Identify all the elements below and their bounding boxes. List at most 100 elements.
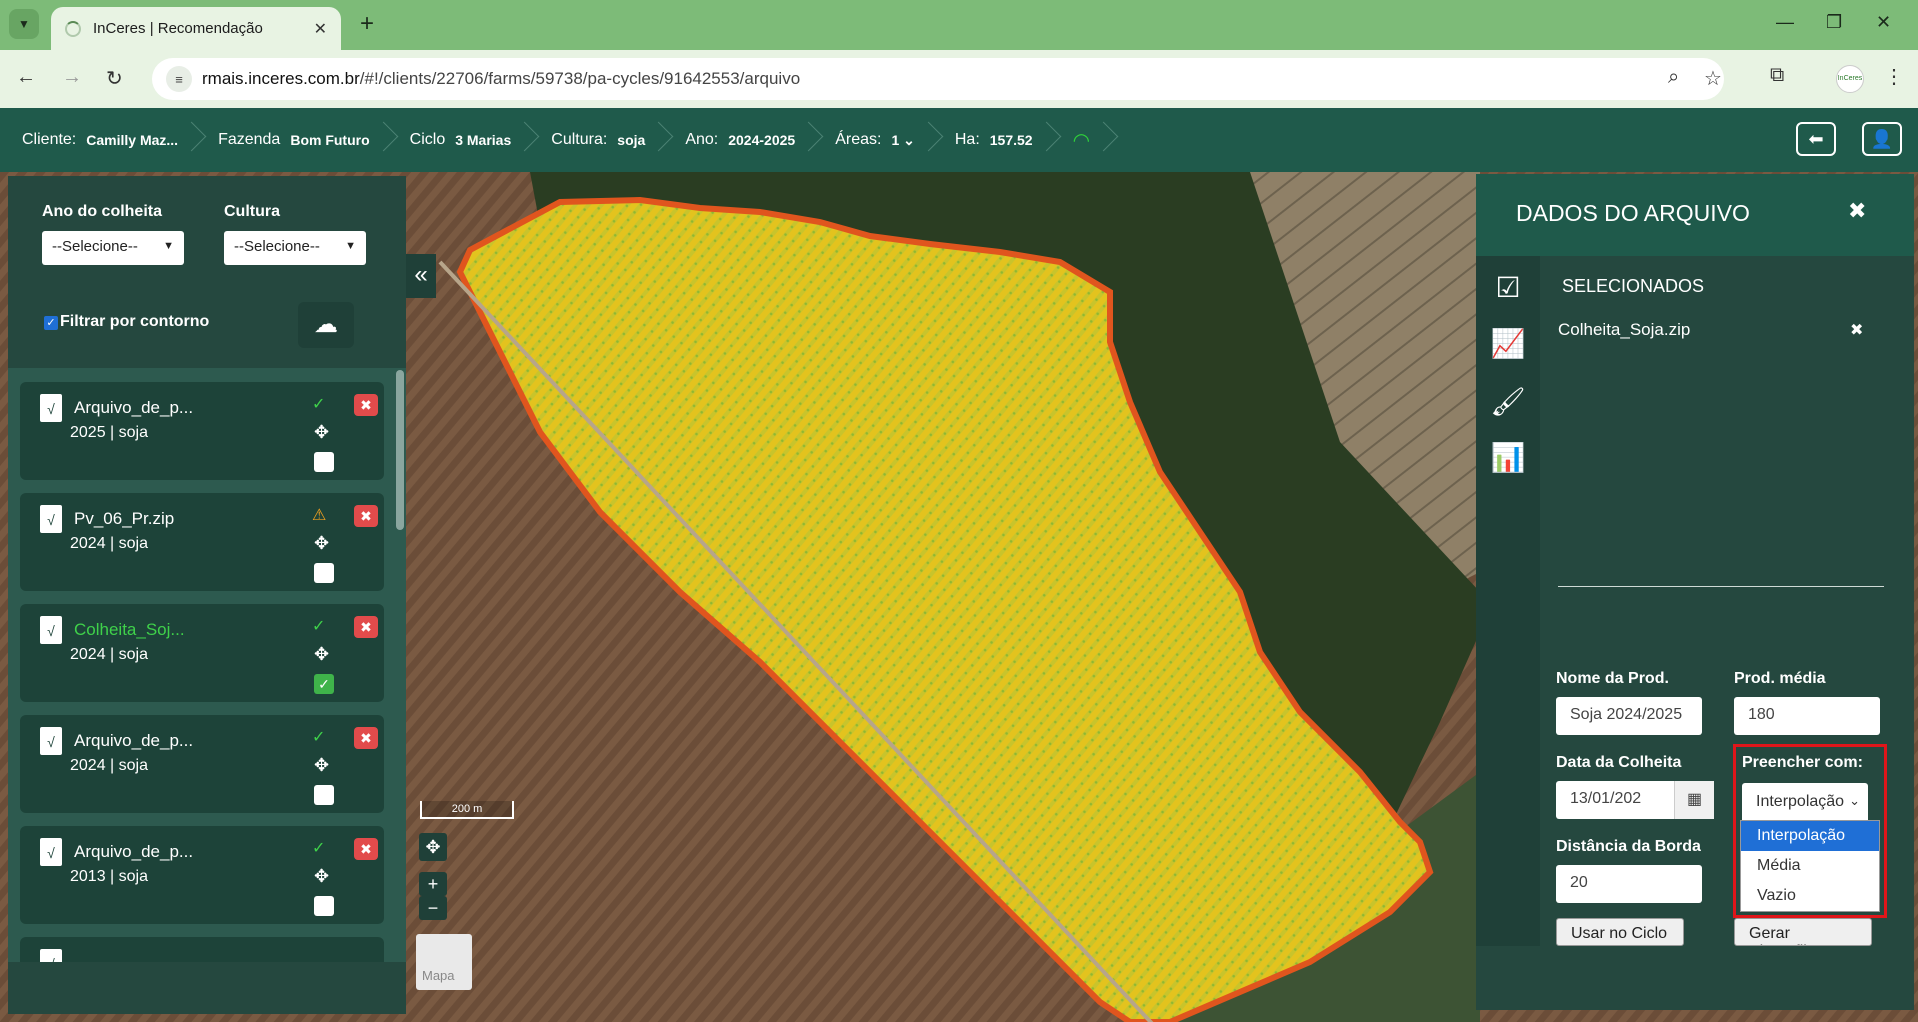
collapse-panel-button[interactable]: « bbox=[406, 254, 436, 298]
file-icon: √ bbox=[40, 949, 62, 962]
file-card[interactable]: √ Arquivo_de_p... 2025 | soja ✓ ✖ ✥ bbox=[20, 382, 384, 480]
file-card[interactable]: √ Arquivo_de_p... 2013 | soja ✓ ✖ ✥ bbox=[20, 826, 384, 924]
restore-icon[interactable]: ❐ bbox=[1826, 12, 1842, 33]
address-bar[interactable]: ≡ rmais.inceres.com.br/#!/clients/22706/… bbox=[152, 58, 1724, 100]
file-checkbox[interactable] bbox=[314, 563, 334, 583]
move-icon[interactable]: ✥ bbox=[314, 422, 329, 443]
cloud-upload-icon: ☁ bbox=[314, 311, 338, 338]
close-icon[interactable]: ✖ bbox=[1848, 198, 1866, 224]
file-checkbox[interactable]: ✓ bbox=[314, 674, 334, 694]
filter-contour-checkbox[interactable]: ✓ bbox=[44, 316, 58, 330]
file-card[interactable]: √ bbox=[20, 937, 384, 962]
selected-file-name: Colheita_Soja.zip bbox=[1558, 320, 1691, 339]
harvest-date-input[interactable]: 13/01/202 ▦ bbox=[1556, 781, 1714, 819]
delete-button[interactable]: ✖ bbox=[354, 394, 378, 416]
panel-title: DADOS DO ARQUIVO bbox=[1516, 200, 1750, 226]
wifi-icon: ◠ bbox=[1072, 129, 1091, 152]
edge-distance-input[interactable]: 20 bbox=[1556, 865, 1702, 903]
file-checkbox[interactable] bbox=[314, 896, 334, 916]
upload-button[interactable]: ☁ bbox=[298, 302, 354, 348]
edge-distance-label: Distância da Borda bbox=[1556, 838, 1701, 855]
url-text: rmais.inceres.com.br/#!/clients/22706/fa… bbox=[202, 69, 801, 88]
breadcrumb-areas[interactable]: Áreas: 1 ⌄ bbox=[835, 108, 945, 172]
extensions-icon[interactable]: ⧉ bbox=[1770, 64, 1784, 87]
line-chart-tab-icon[interactable]: 📈 bbox=[1488, 324, 1528, 364]
back-button[interactable]: ⬅ bbox=[1796, 122, 1836, 156]
calendar-icon[interactable]: ▦ bbox=[1674, 781, 1714, 819]
close-tab-icon[interactable]: ✕ bbox=[314, 19, 327, 39]
forward-icon[interactable]: → bbox=[62, 66, 82, 89]
move-icon[interactable]: ✥ bbox=[314, 533, 329, 554]
culture-select[interactable]: --Selecione-- ▼ bbox=[224, 231, 366, 265]
minimize-icon[interactable]: — bbox=[1776, 12, 1794, 33]
move-icon[interactable]: ✥ bbox=[314, 644, 329, 665]
breadcrumb-year[interactable]: Ano: 2024-2025 bbox=[685, 108, 825, 172]
move-icon: ✥ bbox=[425, 837, 441, 857]
menu-dots-icon[interactable]: ⋮ bbox=[1884, 64, 1904, 89]
divider bbox=[1558, 586, 1884, 587]
close-window-icon[interactable]: ✕ bbox=[1876, 12, 1891, 33]
status-ok-icon: ✓ bbox=[312, 396, 326, 413]
delete-button[interactable]: ✖ bbox=[354, 838, 378, 860]
file-icon: √ bbox=[40, 394, 62, 422]
connection-status: ◠ bbox=[1073, 108, 1120, 172]
section-title: SELECIONADOS bbox=[1562, 276, 1705, 296]
checkbox-tab-icon[interactable]: ☑ bbox=[1488, 268, 1528, 308]
generate-shapefile-button[interactable]: Gerar Shapefile bbox=[1734, 918, 1872, 946]
breadcrumb-culture[interactable]: Cultura: soja bbox=[551, 108, 675, 172]
pan-button[interactable]: ✥ bbox=[419, 833, 447, 861]
arrow-left-icon: ⬅ bbox=[1808, 129, 1824, 149]
chevron-down-icon: ⌄ bbox=[899, 131, 915, 148]
breadcrumb-farm[interactable]: Fazenda Bom Futuro bbox=[218, 108, 400, 172]
profile-avatar[interactable]: InCeres bbox=[1836, 65, 1864, 93]
file-checkbox[interactable] bbox=[314, 452, 334, 472]
loading-icon bbox=[65, 20, 81, 37]
breadcrumb-cycle[interactable]: Ciclo 3 Marias bbox=[410, 108, 542, 172]
file-card-selected[interactable]: √ Colheita_Soj... 2024 | soja ✓ ✖ ✥ ✓ bbox=[20, 604, 384, 702]
file-name: Arquivo_de_p... bbox=[74, 398, 194, 417]
file-list-scrollbar[interactable] bbox=[396, 370, 404, 530]
file-icon: √ bbox=[40, 616, 62, 644]
harvest-year-label: Ano do colheita bbox=[42, 203, 162, 220]
site-info-icon[interactable]: ≡ bbox=[166, 66, 192, 92]
status-ok-icon: ✓ bbox=[312, 729, 326, 746]
culture-label: Cultura bbox=[224, 203, 280, 220]
new-tab-button[interactable]: + bbox=[352, 10, 382, 40]
move-icon[interactable]: ✥ bbox=[314, 866, 329, 887]
file-icon: √ bbox=[40, 838, 62, 866]
delete-button[interactable]: ✖ bbox=[354, 727, 378, 749]
file-name: Arquivo_de_p... bbox=[74, 731, 194, 750]
zoom-icon[interactable]: ⌕ bbox=[1668, 66, 1679, 89]
file-checkbox[interactable] bbox=[314, 785, 334, 805]
app-root: ▼ InCeres | Recomendação ✕ + — ❐ ✕ ← → ↻… bbox=[0, 0, 1918, 1022]
bar-chart-tab-icon[interactable]: 📊 bbox=[1488, 438, 1528, 478]
zoom-out-button[interactable]: − bbox=[419, 896, 447, 920]
breadcrumb-hectares[interactable]: Ha: 157.52 bbox=[955, 108, 1063, 172]
zoom-in-button[interactable]: + bbox=[419, 872, 447, 896]
status-ok-icon: ✓ bbox=[312, 840, 326, 857]
double-chevron-left-icon: « bbox=[414, 261, 428, 288]
harvest-year-select[interactable]: --Selecione-- ▼ bbox=[42, 231, 184, 265]
browser-tab[interactable]: InCeres | Recomendação ✕ bbox=[51, 7, 341, 50]
tab-search-button[interactable]: ▼ bbox=[9, 9, 39, 39]
delete-button[interactable]: ✖ bbox=[354, 505, 378, 527]
user-button[interactable]: 👤 bbox=[1862, 122, 1902, 156]
chevron-down-icon: ▼ bbox=[345, 240, 356, 252]
file-card[interactable]: √ Arquivo_de_p... 2024 | soja ✓ ✖ ✥ bbox=[20, 715, 384, 813]
paint-roller-tab-icon[interactable]: 🖌 bbox=[1488, 382, 1528, 422]
prod-avg-input[interactable]: 180 bbox=[1734, 697, 1880, 735]
prod-name-input[interactable]: Soja 2024/2025 bbox=[1556, 697, 1702, 735]
left-panel-footer bbox=[8, 962, 406, 1014]
reload-icon[interactable]: ↻ bbox=[106, 66, 123, 91]
remove-file-icon[interactable]: ✖ bbox=[1850, 320, 1863, 340]
file-card[interactable]: √ Pv_06_Pr.zip 2024 | soja ⚠ ✖ ✥ bbox=[20, 493, 384, 591]
panel-header: DADOS DO ARQUIVO ✖ bbox=[1476, 174, 1914, 256]
breadcrumb-client[interactable]: Cliente: Camilly Maz... bbox=[22, 108, 208, 172]
back-icon[interactable]: ← bbox=[16, 66, 36, 89]
chevron-down-icon: ▼ bbox=[163, 240, 174, 252]
move-icon[interactable]: ✥ bbox=[314, 755, 329, 776]
use-in-cycle-button[interactable]: Usar no Ciclo bbox=[1556, 918, 1684, 946]
bookmark-star-icon[interactable]: ☆ bbox=[1704, 66, 1722, 91]
basemap-toggle[interactable]: Mapa bbox=[416, 934, 472, 990]
delete-button[interactable]: ✖ bbox=[354, 616, 378, 638]
